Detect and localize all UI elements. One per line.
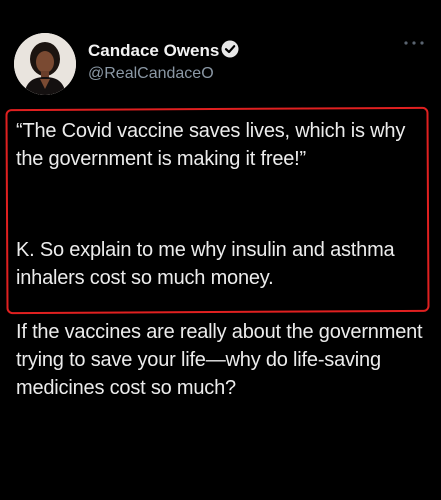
avatar[interactable] [14, 33, 76, 95]
more-dots-icon[interactable] [401, 36, 427, 50]
highlight-box [5, 106, 430, 315]
author-handle[interactable]: @RealCandaceO [88, 65, 214, 83]
author-name[interactable]: Candace Owens [88, 41, 219, 61]
tweet-paragraph-question: If the vaccines are really about the gov… [16, 321, 423, 399]
profile-photo [14, 33, 76, 95]
verified-badge-icon [221, 40, 239, 58]
